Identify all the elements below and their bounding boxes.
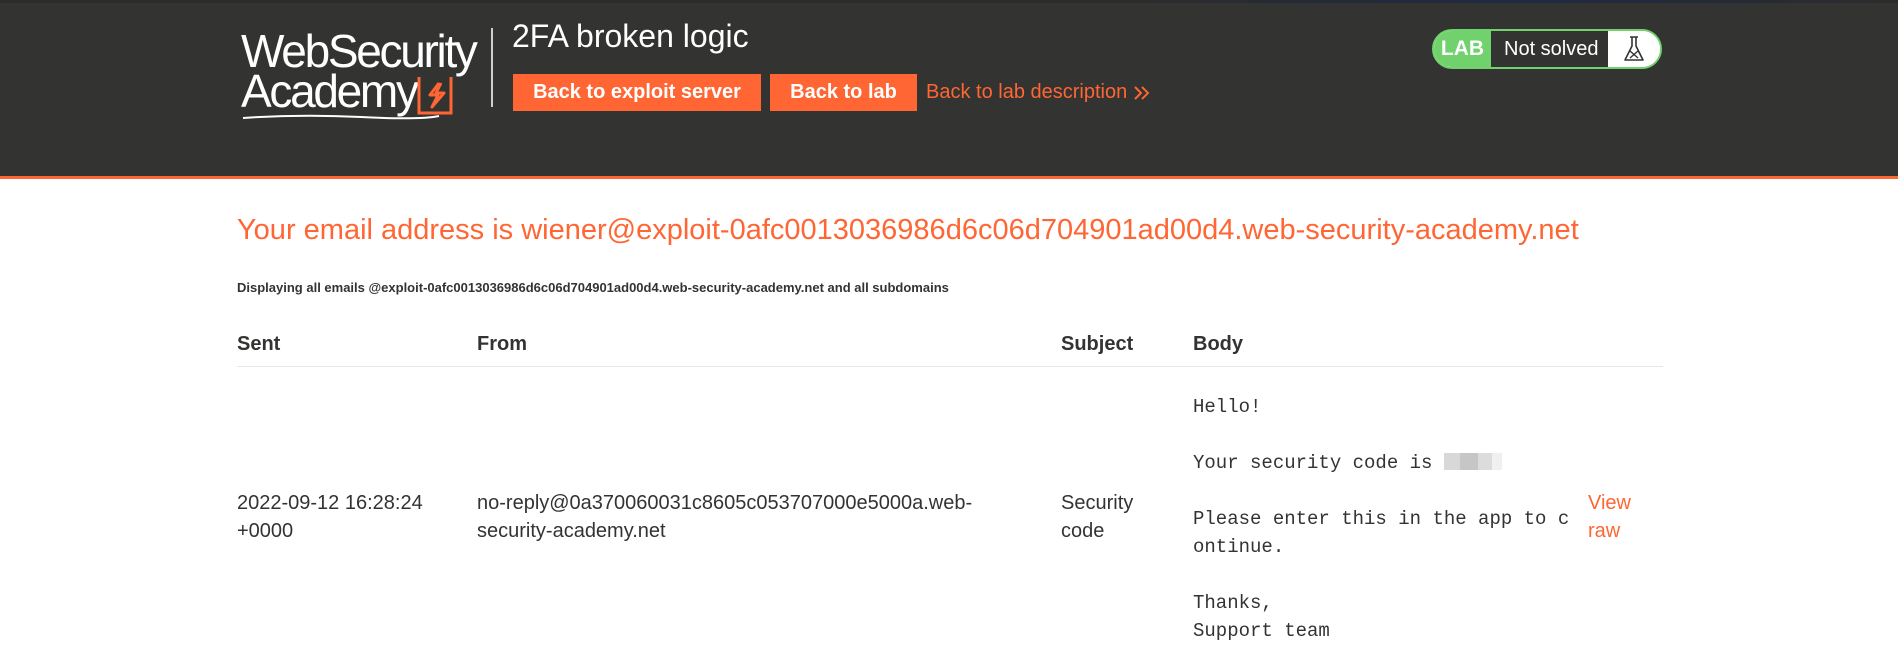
back-to-lab-description-link[interactable]: Back to lab description [926, 81, 1151, 104]
display-note: Displaying all emails @exploit-0afc00130… [237, 280, 949, 295]
back-to-exploit-server-button[interactable]: Back to exploit server [513, 74, 761, 111]
logo-text-line2: Academy [241, 65, 419, 117]
email-body-cell: Hello! Your security code is Please ente… [1193, 393, 1573, 645]
redacted-security-code [1443, 453, 1502, 470]
body-code-prefix: Your security code is [1193, 452, 1444, 474]
back-to-lab-description-label: Back to lab description [926, 81, 1128, 103]
academy-logo[interactable]: WebSecurity Academy [241, 28, 493, 120]
back-to-lab-button[interactable]: Back to lab [770, 74, 917, 111]
lab-badge: LAB [1434, 31, 1491, 67]
email-subject-cell: Security code [1061, 492, 1134, 542]
column-header-sent: Sent [237, 333, 281, 355]
body-greeting: Hello! [1193, 396, 1262, 418]
email-sent-cell: 2022-09-12 16:28:24 +0000 [237, 492, 423, 542]
flask-icon [1608, 31, 1660, 67]
body-instruction: Please enter this in the app to continue… [1193, 508, 1570, 558]
column-header-from: From [477, 333, 527, 355]
email-from-cell: no-reply@0a370060031c8605c053707000e5000… [477, 492, 973, 542]
column-header-body: Body [1193, 333, 1243, 355]
body-signoff: Thanks, Support team [1193, 592, 1330, 642]
email-address-heading: Your email address is wiener@exploit-0af… [237, 214, 1579, 246]
header: WebSecurity Academy 2FA broken logic Bac… [0, 0, 1898, 179]
column-header-subject: Subject [1061, 333, 1134, 355]
academy-logo-icon [417, 77, 453, 115]
logo-divider [491, 28, 493, 107]
double-chevron-right-icon [1134, 86, 1150, 100]
header-top-stripe [0, 0, 1898, 3]
lab-status-text: Not solved [1491, 31, 1608, 67]
lab-title: 2FA broken logic [512, 18, 749, 54]
logo-underline [242, 114, 440, 120]
table-header-divider [237, 366, 1663, 367]
view-raw-link[interactable]: View raw [1588, 489, 1658, 545]
lab-status-widget: LAB Not solved [1432, 29, 1662, 69]
